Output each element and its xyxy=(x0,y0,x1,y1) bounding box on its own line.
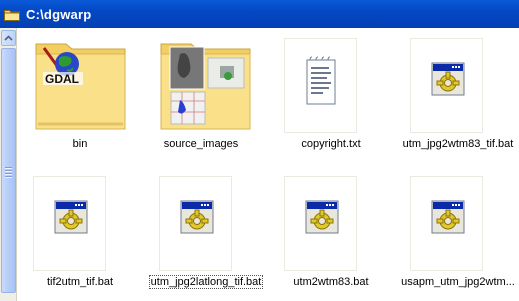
scroll-thumb[interactable] xyxy=(1,48,16,293)
file-utm-jpg2latlong-tif-bat[interactable]: utm_jpg2latlong_tif.bat xyxy=(146,176,266,300)
file-label: utm2wtm83.bat xyxy=(293,276,369,288)
gdal-logo-icon: GDAL xyxy=(42,47,83,86)
file-label-selected: utm_jpg2latlong_tif.bat xyxy=(146,275,266,289)
batch-gear-icon xyxy=(305,200,339,234)
folder-source-images[interactable]: source_images xyxy=(141,38,261,162)
file-utm-jpg2wtm83-tif-bat[interactable]: utm_jpg2wtm83_tif.bat xyxy=(398,38,518,162)
notepad-icon xyxy=(306,56,336,105)
file-utm2wtm83-bat[interactable]: utm2wtm83.bat xyxy=(271,176,391,300)
chevron-up-icon xyxy=(4,35,13,41)
file-label: copyright.txt xyxy=(301,138,361,150)
folder-bin[interactable]: GDAL bin xyxy=(20,38,140,162)
window-title: C:\dgwarp xyxy=(26,6,92,22)
file-tif2utm-tif-bat[interactable]: tif2utm_tif.bat xyxy=(20,176,140,300)
image-thumbnails-icon xyxy=(169,46,245,125)
folder-icon xyxy=(4,9,20,21)
file-usapm-utm-jpg2wtm-bat[interactable]: usapm_utm_jpg2wtm... xyxy=(398,176,518,300)
scroll-up-button[interactable] xyxy=(1,30,16,46)
vertical-scrollbar[interactable] xyxy=(0,28,17,301)
file-label: usapm_utm_jpg2wtm... xyxy=(401,276,515,288)
file-label-text: utm_jpg2latlong_tif.bat xyxy=(148,275,264,289)
batch-gear-icon xyxy=(431,200,465,234)
file-label: tif2utm_tif.bat xyxy=(46,276,114,288)
batch-gear-icon xyxy=(431,62,465,96)
file-label: utm_jpg2wtm83_tif.bat xyxy=(402,138,514,150)
title-bar[interactable]: C:\dgwarp xyxy=(0,0,519,28)
batch-gear-icon xyxy=(54,200,88,234)
file-label: bin xyxy=(72,138,88,150)
file-label: source_images xyxy=(163,138,239,150)
svg-text:GDAL: GDAL xyxy=(45,72,79,86)
file-copyright-txt[interactable]: copyright.txt xyxy=(271,38,391,162)
batch-gear-icon xyxy=(180,200,214,234)
scroll-grip xyxy=(5,167,12,178)
